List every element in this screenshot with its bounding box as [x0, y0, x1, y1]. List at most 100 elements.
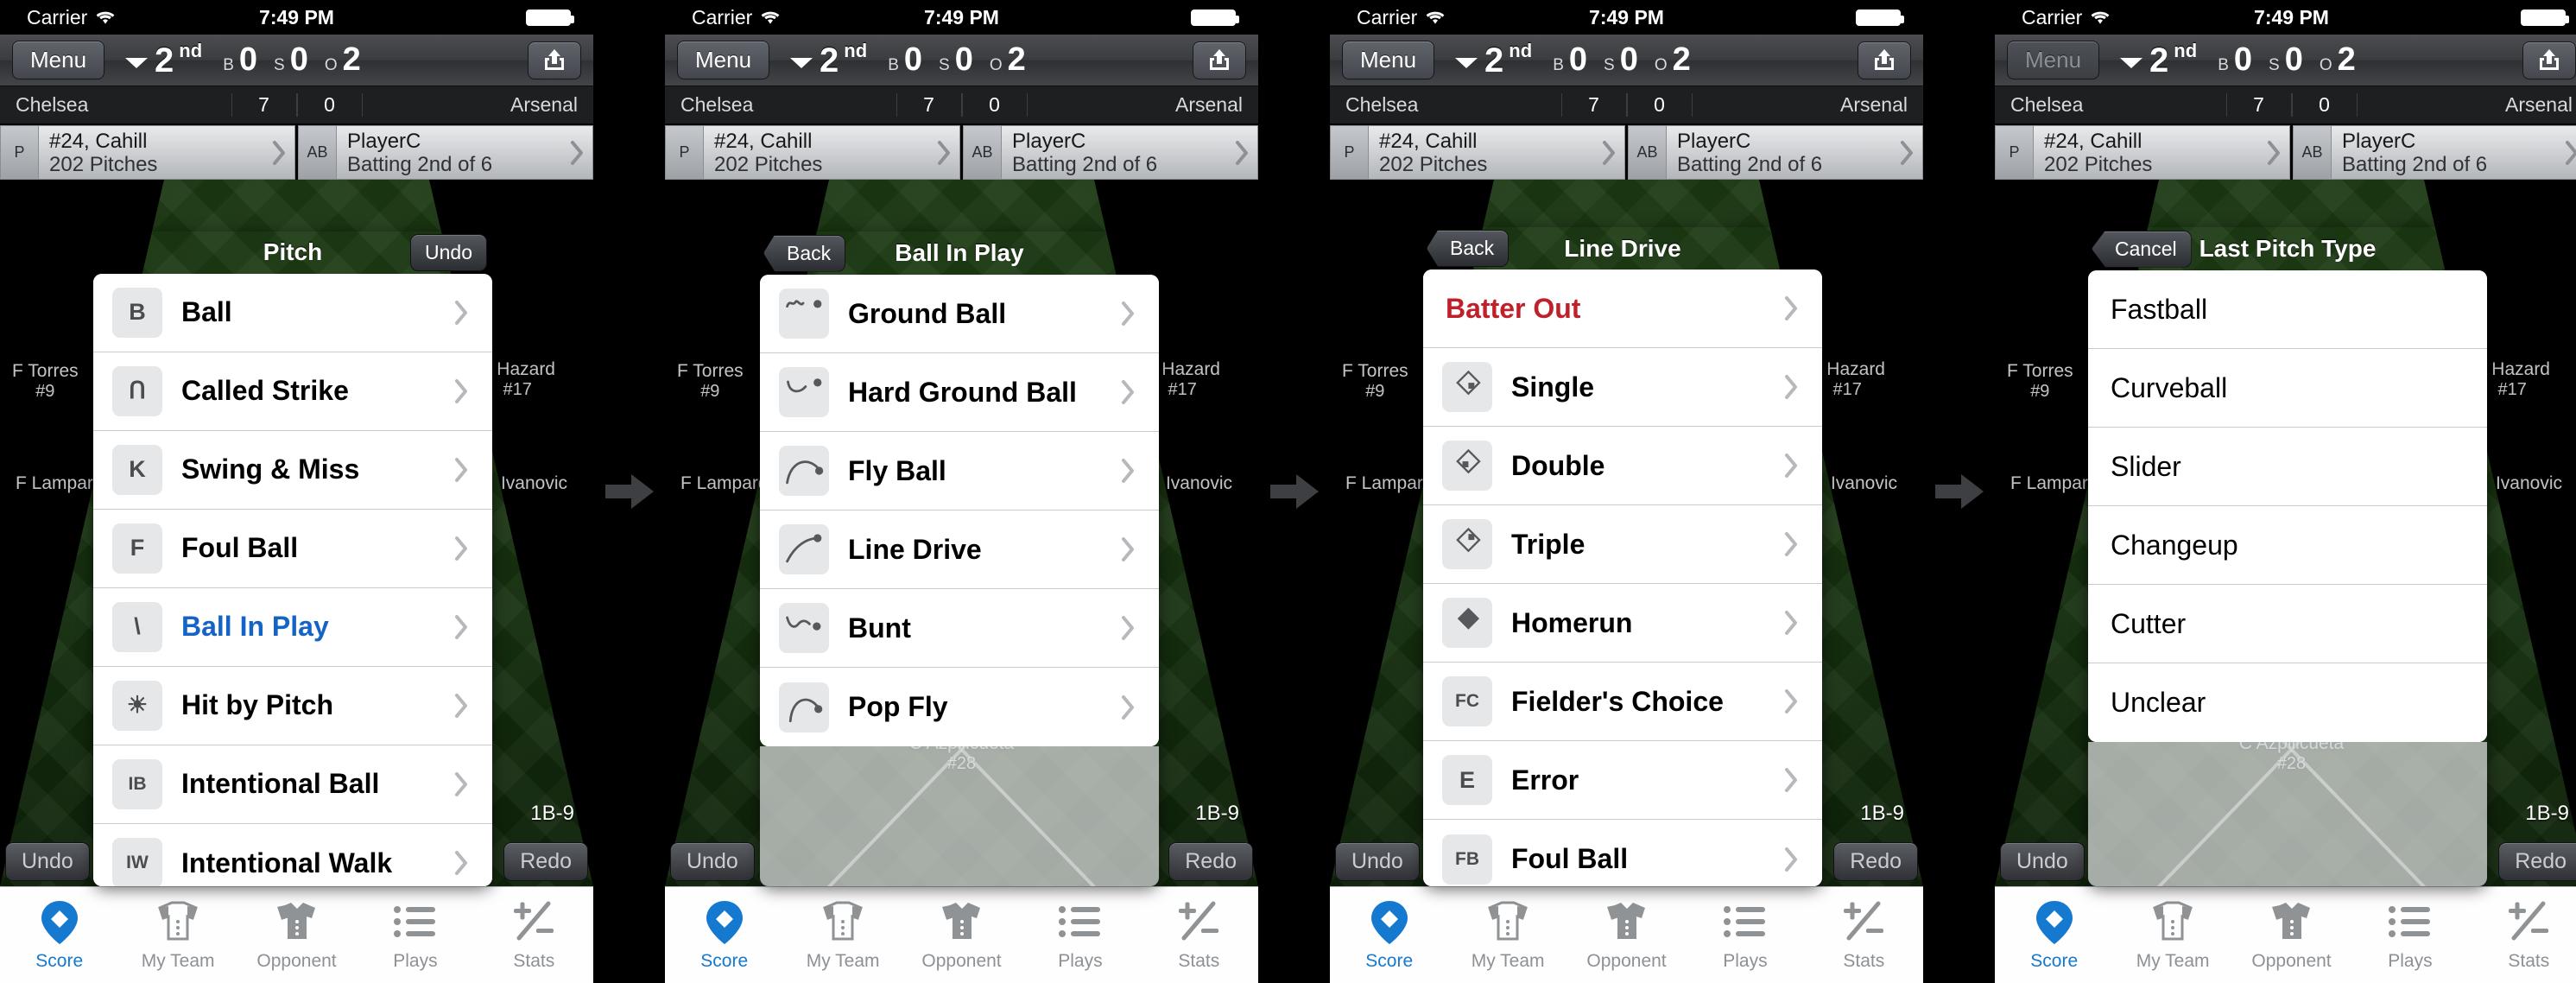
tab-plays[interactable]: Plays — [2351, 899, 2469, 972]
away-team-name: Arsenal — [1840, 93, 1908, 116]
menu-button[interactable]: Menu — [1342, 41, 1435, 79]
matchup-bar: P #24, Cahill 202 Pitches AB PlayerC Bat… — [665, 125, 1258, 180]
list-item[interactable]: Pop Fly — [760, 668, 1159, 746]
tab-score[interactable]: Score — [1330, 899, 1448, 972]
list-item-label: Error — [1511, 764, 1579, 796]
list-item[interactable]: E Error — [1423, 741, 1822, 821]
popover-list[interactable]: Fastball Curveball Slider Changeup Cutter Unc… — [2088, 270, 2487, 742]
list-item[interactable]: Slider — [2088, 428, 2487, 506]
popover-back-button[interactable]: Back — [1427, 230, 1510, 268]
list-item[interactable]: IW Intentional Walk — [93, 823, 492, 886]
undo-button[interactable]: Undo — [670, 842, 755, 881]
share-button[interactable] — [1858, 41, 1911, 79]
list-item[interactable]: Unclear — [2088, 663, 2487, 742]
fielder-left: F Torres #9 — [1342, 361, 1408, 402]
count-display: B 0 S 0 O 2 — [1553, 41, 1702, 79]
pitcher-card[interactable]: P #24, Cahill 202 Pitches — [665, 125, 960, 180]
fielder-left-2: F Lampard — [16, 473, 104, 493]
inning-ordinal: nd — [844, 39, 868, 61]
inning-indicator[interactable]: 2 nd — [125, 40, 202, 78]
tab-plays[interactable]: Plays — [356, 899, 474, 972]
inning-indicator[interactable]: 2 nd — [1455, 40, 1532, 78]
list-item[interactable]: FC Fielder's Choice — [1423, 663, 1822, 742]
list-item[interactable]: FB Foul Ball — [1423, 820, 1822, 886]
list-item[interactable]: IB Intentional Ball — [93, 745, 492, 824]
tab-stats[interactable]: Stats — [1805, 899, 1923, 972]
badge-: ☀ — [112, 680, 162, 731]
redo-button[interactable]: Redo — [503, 842, 588, 881]
list-item[interactable]: Bunt — [760, 589, 1159, 668]
share-button[interactable] — [528, 41, 581, 79]
popover-list[interactable]: Batter Out Single Double Triple Homerun FC Fie… — [1423, 270, 1822, 886]
redo-button[interactable]: Redo — [1168, 842, 1253, 881]
share-button[interactable] — [2522, 41, 2576, 79]
undo-button[interactable]: Undo — [2000, 842, 2085, 881]
list-item[interactable]: Homerun — [1423, 584, 1822, 663]
redo-button[interactable]: Redo — [1833, 842, 1918, 881]
tab-opponent[interactable]: Opponent — [2232, 899, 2351, 972]
list-item[interactable]: \ Ball In Play — [93, 587, 492, 667]
tab-plays[interactable]: Plays — [1686, 899, 1804, 972]
list-item[interactable]: Ո Called Strike — [93, 352, 492, 431]
pitcher-card[interactable]: P #24, Cahill 202 Pitches — [0, 125, 295, 180]
popover-list[interactable]: Ground Ball Hard Ground Ball Fly Ball Line … — [760, 275, 1159, 746]
menu-button[interactable]: Menu — [12, 41, 105, 79]
tab-stats[interactable]: Stats — [475, 899, 593, 972]
balls-value: 0 — [1568, 41, 1588, 78]
plus-minus-icon — [510, 899, 557, 946]
list-item[interactable]: Fly Ball — [760, 432, 1159, 511]
tab-my-team[interactable]: My Team — [783, 899, 902, 972]
fielder-right: Ivanovic — [1830, 473, 1897, 493]
menu-button[interactable]: Menu — [2007, 41, 2100, 79]
tab-my-team[interactable]: My Team — [1448, 899, 1566, 972]
redo-button[interactable]: Redo — [2498, 842, 2576, 881]
list-item[interactable]: Triple — [1423, 505, 1822, 585]
popover-undo-button[interactable]: Undo — [410, 233, 487, 271]
list-item[interactable]: Fastball — [2088, 270, 2487, 349]
tab-plays[interactable]: Plays — [1021, 899, 1139, 972]
tab-opponent[interactable]: Opponent — [902, 899, 1021, 972]
tab-opponent[interactable]: Opponent — [1567, 899, 1686, 972]
list-item[interactable]: Hard Ground Ball — [760, 353, 1159, 432]
inning-indicator[interactable]: 2 nd — [790, 39, 868, 78]
pitcher-card[interactable]: P #24, Cahill 202 Pitches — [1330, 125, 1625, 180]
battery-full-icon — [1856, 10, 1904, 26]
popover-cancel-button[interactable]: Cancel — [2092, 230, 2192, 268]
tab-stats[interactable]: Stats — [2470, 899, 2576, 972]
batter-card[interactable]: AB PlayerC Batting 2nd of 6 — [963, 125, 1258, 180]
inning-indicator[interactable]: 2 nd — [2120, 40, 2197, 78]
list-item[interactable]: Curveball — [2088, 349, 2487, 428]
batter-card[interactable]: AB PlayerC Batting 2nd of 6 — [1628, 125, 1923, 180]
list-item[interactable]: Ground Ball — [760, 275, 1159, 353]
tab-my-team[interactable]: My Team — [118, 899, 237, 972]
list-item[interactable]: Batter Out — [1423, 270, 1822, 349]
list-item[interactable]: K Swing & Miss — [93, 430, 492, 510]
tab-score[interactable]: Score — [1995, 899, 2113, 972]
list-item[interactable]: Single — [1423, 348, 1822, 428]
tab-score[interactable]: Score — [665, 899, 783, 972]
list-item[interactable]: Changeup — [2088, 506, 2487, 585]
undo-button[interactable]: Undo — [1335, 842, 1420, 881]
list-item[interactable]: Line Drive — [760, 511, 1159, 589]
share-button[interactable] — [1193, 41, 1246, 79]
list-item[interactable]: ☀ Hit by Pitch — [93, 666, 492, 745]
line-drive-icon — [779, 524, 829, 574]
batter-card[interactable]: AB PlayerC Batting 2nd of 6 — [2293, 125, 2576, 180]
list-item[interactable]: F Foul Ball — [93, 509, 492, 588]
matchup-bar: P #24, Cahill 202 Pitches AB PlayerC Bat… — [1330, 125, 1923, 180]
undo-button[interactable]: Undo — [5, 842, 90, 881]
list-item[interactable]: B Ball — [93, 273, 492, 352]
tab-my-team[interactable]: My Team — [2113, 899, 2231, 972]
pitcher-card[interactable]: P #24, Cahill 202 Pitches — [1995, 125, 2290, 180]
list-item[interactable]: Cutter — [2088, 585, 2487, 663]
count-display: B 0 S 0 O 2 — [2218, 41, 2367, 79]
popover-back-button[interactable]: Back — [763, 234, 846, 272]
batter-card[interactable]: AB PlayerC Batting 2nd of 6 — [298, 125, 593, 180]
tab-opponent[interactable]: Opponent — [237, 899, 356, 972]
list-item[interactable]: Double — [1423, 427, 1822, 506]
menu-button[interactable]: Menu — [677, 41, 770, 79]
tab-score[interactable]: Score — [0, 899, 118, 972]
tab-label: Plays — [393, 950, 438, 971]
tab-stats[interactable]: Stats — [1140, 899, 1258, 972]
popover-list[interactable]: B Ball Ո Called Strike K Swing & Miss F Foul Ba… — [93, 273, 492, 886]
